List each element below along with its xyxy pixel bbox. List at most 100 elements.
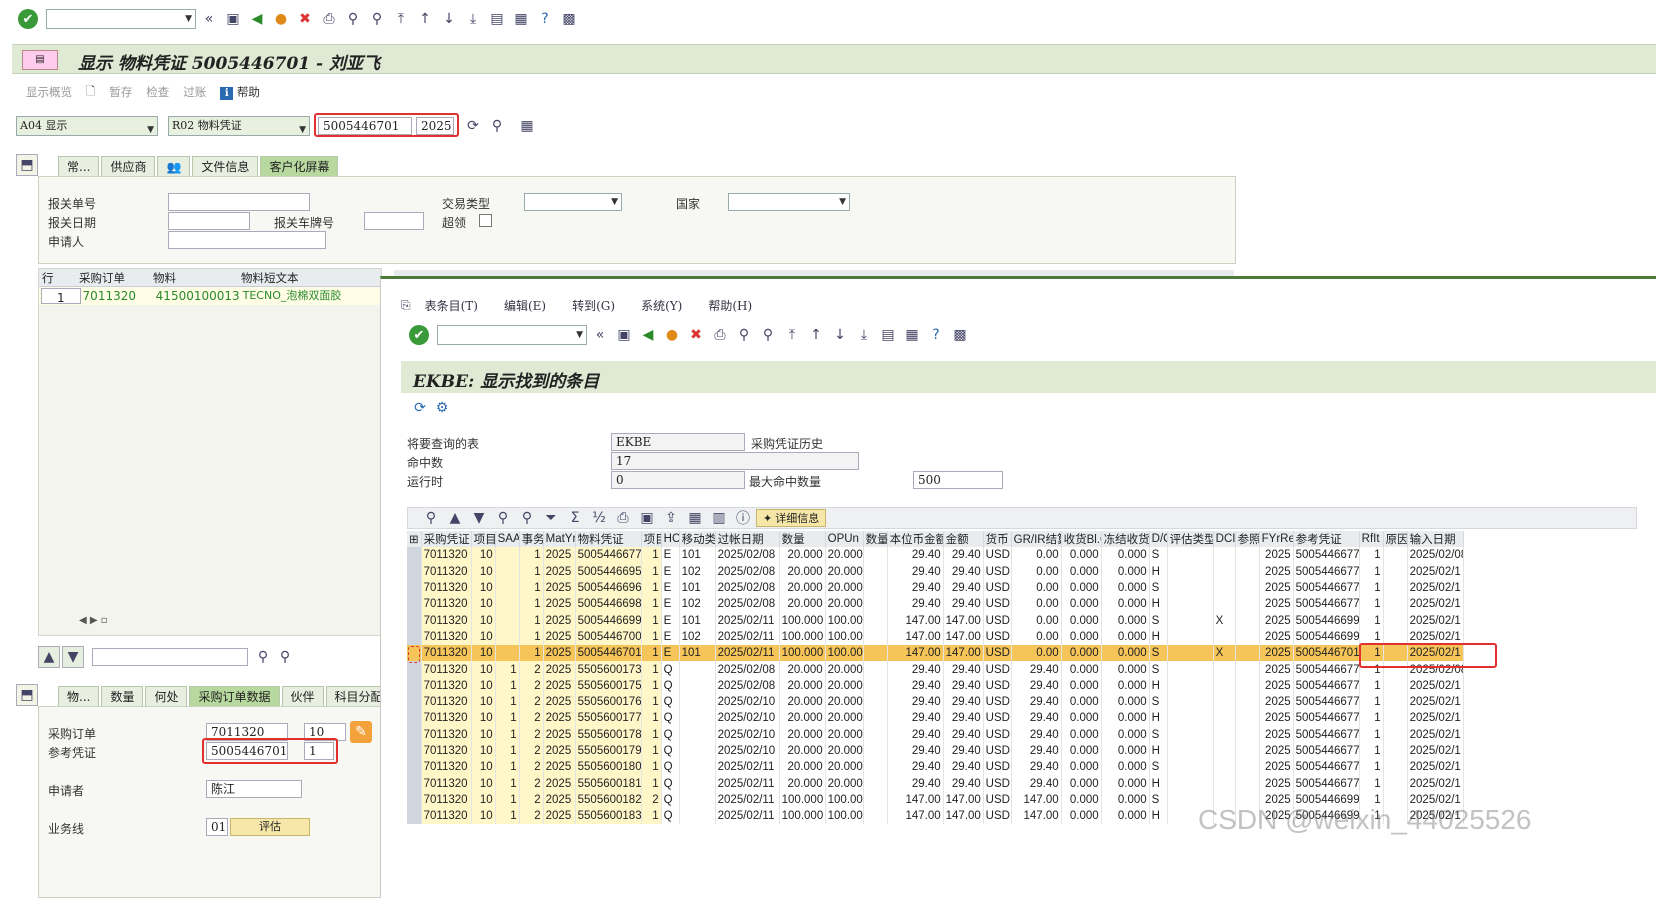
alv-layout-icon[interactable]: ▦ [684,507,706,529]
command-field[interactable]: ▼ [46,9,196,29]
table-row[interactable]: 7011320 10 1 2025 5005446698 1 E 102 2025/02/08 2… [407,596,1464,613]
exit-icon[interactable]: ● [270,8,292,30]
column-header[interactable]: 原因 [1383,531,1408,548]
tab-vendor[interactable]: 供应商 [101,156,156,176]
item-find-next-icon[interactable]: ⚲ [274,646,296,668]
popup-menu-icon[interactable]: ⎘ [401,298,411,313]
collapse-header-icon[interactable]: ⬒ [16,154,38,176]
shortcut-icon[interactable]: ▦ [510,8,532,30]
check-button[interactable]: 检查 [146,84,169,103]
hold-button[interactable]: 暂存 [109,84,132,103]
popup-layout-icon[interactable]: ▩ [949,324,971,346]
row-selector[interactable] [407,710,422,727]
row-selector[interactable] [407,628,422,646]
column-header[interactable]: MatYr [543,531,576,548]
tab-doc-info[interactable]: 文件信息 [192,156,259,176]
calendar-icon[interactable]: ▦ [516,115,538,137]
menu-edit[interactable]: 编辑(E) [504,297,546,314]
enter-check-icon[interactable]: ✔ [18,9,38,29]
print-icon[interactable]: ⎙ [318,8,340,30]
column-header[interactable]: 货币 [983,531,1012,548]
scroll-arrows[interactable]: ◀ ▶ ▫ [79,615,108,626]
row-selector[interactable] [407,791,422,809]
alv-info-icon[interactable]: ⓘ [732,507,754,529]
menu-help[interactable]: 帮助(H) [708,297,752,314]
column-header[interactable]: SAA [495,531,520,548]
row-selector[interactable] [407,596,422,613]
tab-partner[interactable]: 伙伴 [281,686,324,706]
tab-general[interactable]: 常... [58,156,100,176]
table-row[interactable]: 7011320 10 1 2 2025 5505600180 1 Q 2025/02/11 20.… [407,759,1464,776]
bizline-input[interactable]: 01 [206,818,228,836]
find-icon[interactable]: ⚲ [342,8,364,30]
popup-first-page-icon[interactable]: ⤒ [781,324,803,346]
column-header[interactable]: 项目 [471,531,496,548]
popup-save-icon[interactable]: ▣ [613,324,635,346]
popup-prev-page-icon[interactable]: ↑ [805,324,827,346]
row-selector[interactable] [407,742,422,760]
column-header[interactable]: 过帐日期 [715,531,780,548]
popup-find-icon[interactable]: ⚲ [733,324,755,346]
table-row[interactable]: 7011320 10 1 2025 5005446677 1 E 101 2025/02/08 2… [407,547,1464,564]
popup-print-icon[interactable]: ⎙ [709,324,731,346]
table-row[interactable]: 7011320 10 1 2 2025 5505600173 1 Q 2025/02/08 20.… [407,661,1464,678]
find-doc-icon[interactable]: ⚲ [486,115,508,137]
refresh-list-icon[interactable]: ⟳ [409,397,431,419]
column-header[interactable]: HCt [661,531,680,548]
double-left-icon[interactable]: « [198,8,220,30]
row-selector[interactable] [407,808,422,825]
table-row[interactable]: 7011320 10 1 2 2025 5505600179 1 Q 2025/02/10 20.… [407,742,1464,760]
post-button[interactable]: 过账 [183,84,206,103]
row-selector[interactable] [407,547,422,564]
back-icon[interactable]: ◀ [246,8,268,30]
plate-input[interactable] [364,212,424,230]
table-row[interactable]: 1 7011320 41500100013 TECNO_泡棉双面胶 [39,287,381,305]
refresh-icon[interactable]: ⟳ [462,115,484,137]
row-selector[interactable] [407,612,422,629]
table-row[interactable]: 7011320 10 1 2025 5005446701 1 E 101 2025/02/11 1… [407,645,1464,662]
row-selector[interactable] [407,759,422,776]
table-row[interactable]: 7011320 10 1 2025 5005446700 1 E 102 2025/02/11 1… [407,628,1464,646]
table-row[interactable]: 7011320 10 1 2 2025 5505600177 1 Q 2025/02/10 20.… [407,710,1464,727]
po-display-icon[interactable]: ✎ [350,721,372,743]
country-select[interactable]: ▼ [728,193,850,211]
prev-page-icon[interactable]: ↑ [414,8,436,30]
column-header[interactable]: 本位币金额 [887,531,944,548]
column-header[interactable]: 收货Bl.OUn [1061,531,1102,548]
alv-details-icon[interactable]: ⚲ [420,507,442,529]
popup-double-left-icon[interactable]: « [589,324,611,346]
table-row[interactable]: 7011320 10 1 2025 5005446699 1 E 101 2025/02/11 1… [407,612,1464,629]
alv-filter-icon[interactable]: ⏷ [540,507,562,529]
column-header[interactable]: 项目 [641,531,662,548]
column-header[interactable]: 采购凭证 [421,531,472,548]
popup-new-session-icon[interactable]: ▤ [877,324,899,346]
menu-goto[interactable]: 转到(G) [572,297,615,314]
popup-help-icon[interactable]: ? [925,324,947,346]
popup-exit-icon[interactable]: ● [661,324,683,346]
row-selector[interactable] [407,579,422,597]
table-row[interactable]: 7011320 10 1 2 2025 5505600178 1 Q 2025/02/10 20.… [407,726,1464,743]
tab-custom-screen[interactable]: 客户化屏幕 [260,156,339,176]
new-doc-icon[interactable]: 🗋 [86,84,95,103]
column-header[interactable]: 参考凭证 [1293,531,1360,548]
help-button[interactable]: i 帮助 [220,84,260,103]
column-header[interactable]: 数量 [779,531,826,548]
alv-sort-desc-icon[interactable]: ▼ [468,507,490,529]
help-icon[interactable]: ? [534,8,556,30]
alv-sort-asc-icon[interactable]: ▲ [444,507,466,529]
find-next-icon[interactable]: ⚲ [366,8,388,30]
item-search-input[interactable] [92,648,248,666]
column-header[interactable]: 移动类 [679,531,716,548]
column-header[interactable]: 金额 [943,531,984,548]
eval-button[interactable]: 评估 [230,818,310,836]
column-header[interactable]: GR/IR结算 [1011,531,1062,548]
popup-shortcut-icon[interactable]: ▦ [901,324,923,346]
alv-find-icon[interactable]: ⚲ [492,507,514,529]
menu-table-entry[interactable]: 表条目(T) [425,297,478,314]
maxhits-input[interactable]: 500 [913,471,1003,489]
column-header[interactable]: 参照 [1235,531,1260,548]
alv-sum-icon[interactable]: Σ [564,507,586,529]
column-header[interactable]: 数量 [863,531,888,548]
next-page-icon[interactable]: ↓ [438,8,460,30]
table-row[interactable]: 7011320 10 1 2 2025 5505600181 1 Q 2025/02/11 20.… [407,775,1464,792]
